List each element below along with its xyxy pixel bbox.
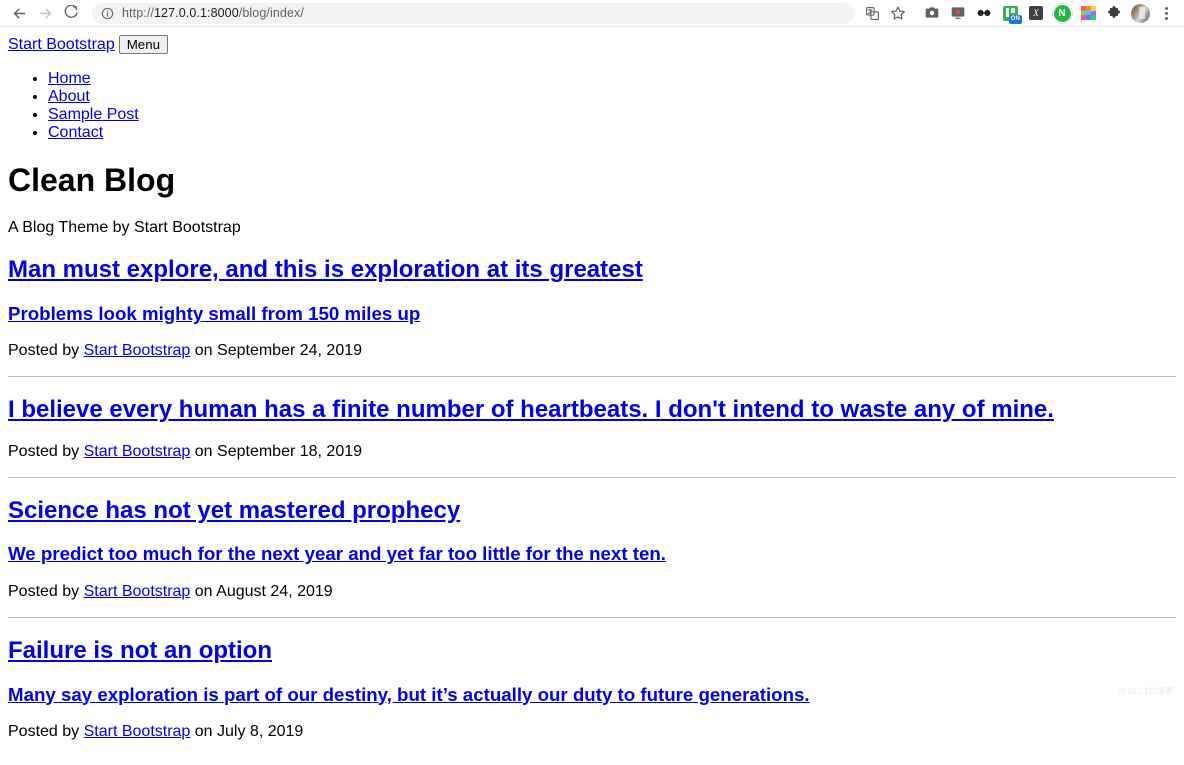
page-subtitle: A Blog Theme by Start Bootstrap [8,219,241,237]
post-meta: Posted by Start Bootstrap on July 8, 201… [8,723,1176,741]
toolbar-icons: ON X N [860,1,1178,25]
post-meta-prefix: Posted by [8,582,80,600]
url-path: /blog/index/ [238,6,304,20]
post-preview: Failure is not an option Many say explor… [8,637,1176,741]
translate-icon[interactable] [860,1,884,25]
glasses-extension-icon[interactable] [972,1,996,25]
post-meta: Posted by Start Bootstrap on September 1… [8,443,1176,461]
post-title: Science has not yet mastered prophecy [8,497,1176,525]
watermark: @51CTO博客 [1118,686,1174,696]
bookmark-star-icon[interactable] [886,1,910,25]
post-meta-prefix: Posted by [8,442,80,460]
profile-avatar-icon[interactable] [1128,1,1152,25]
forward-button[interactable] [32,0,58,26]
post-author-link[interactable]: Start Bootstrap [84,342,191,359]
url-host: 127.0.0.1:8000 [153,6,239,20]
post-author-link[interactable]: Start Bootstrap [84,443,191,460]
post-subtitle: Many say exploration is part of our dest… [8,684,1176,706]
extensions-puzzle-icon[interactable] [1102,1,1126,25]
post-author-link[interactable]: Start Bootstrap [84,723,191,740]
green-on-extension-icon[interactable]: ON [998,1,1022,25]
avatar [1130,3,1150,23]
excel-glyph: X [1029,6,1043,20]
nav-link-home[interactable]: Home [48,70,91,87]
nav-link-contact[interactable]: Contact [48,124,103,141]
nav-link-about[interactable]: About [48,88,90,105]
nav-item-contact: Contact [48,124,1176,142]
post-title-link[interactable]: I believe every human has a finite numbe… [8,396,1054,423]
post-title-link[interactable]: Failure is not an option [8,637,272,664]
post-title: Failure is not an option [8,637,1176,665]
url-text: http://127.0.0.1:8000/blog/index/ [122,6,304,20]
green-circle-glyph: N [1052,3,1072,23]
screenshot-camera-icon[interactable] [920,1,944,25]
post-title-link[interactable]: Man must explore, and this is exploratio… [8,256,643,283]
post-preview: Science has not yet mastered prophecy We… [8,497,1176,601]
post-divider [8,476,1176,478]
post-author-link[interactable]: Start Bootstrap [84,583,191,600]
masthead: Start Bootstrap Menu [8,35,1176,54]
post-meta-middle: on [194,442,213,460]
nav-item-home: Home [48,70,1176,88]
post-subtitle: We predict too much for the next year an… [8,543,1176,565]
post-subtitle-link[interactable]: We predict too much for the next year an… [8,543,666,564]
toolbar-divider [912,13,918,14]
post-title: I believe every human has a finite numbe… [8,396,1176,424]
main-nav-list: Home About Sample Post Contact [8,70,1176,142]
browser-toolbar: http://127.0.0.1:8000/blog/index/ ON X N [0,0,1184,27]
excel-extension-icon[interactable]: X [1024,1,1048,25]
post-subtitle-link[interactable]: Many say exploration is part of our dest… [8,684,810,705]
brand-link[interactable]: Start Bootstrap [8,36,115,53]
menu-button[interactable]: Menu [118,35,168,54]
post-preview: I believe every human has a finite numbe… [8,396,1176,461]
nav-item-sample-post: Sample Post [48,106,1176,124]
page-content: Start BootstrapMenu Home About Sample Po… [0,27,1184,765]
nav-item-about: About [48,88,1176,106]
post-meta-middle: on [194,582,213,600]
post-meta-middle: on [194,723,213,741]
on-badge: ON [1008,15,1022,24]
chrome-menu-kebab-icon[interactable] [1154,1,1178,25]
nav-link-sample-post[interactable]: Sample Post [48,106,139,123]
rainbow-grid-glyph [1080,6,1096,20]
post-date: September 24, 2019 [217,342,363,360]
post-meta-prefix: Posted by [8,723,80,741]
post-divider [8,616,1176,618]
post-meta: Posted by Start Bootstrap on September 2… [8,342,1176,360]
post-subtitle: Problems look mighty small from 150 mile… [8,303,1176,325]
post-title: Man must explore, and this is exploratio… [8,256,1176,284]
address-bar[interactable]: http://127.0.0.1:8000/blog/index/ [92,2,854,24]
post-meta: Posted by Start Bootstrap on August 24, … [8,583,1176,601]
post-date: August 24, 2019 [216,582,333,600]
page-title: Clean Blog [8,162,176,198]
site-info-icon[interactable] [101,7,114,20]
green-circle-extension-icon[interactable]: N [1050,1,1074,25]
post-subtitle-link[interactable]: Problems look mighty small from 150 mile… [8,303,420,324]
reload-button[interactable] [58,0,84,26]
screen-record-icon[interactable] [946,1,970,25]
post-date: September 18, 2019 [217,442,363,460]
post-title-link[interactable]: Science has not yet mastered prophecy [8,497,460,524]
back-button[interactable] [6,0,32,26]
post-divider [8,376,1176,378]
post-meta-middle: on [194,342,213,360]
post-meta-prefix: Posted by [8,342,80,360]
post-date: July 8, 2019 [217,723,304,741]
rainbow-grid-extension-icon[interactable] [1076,1,1100,25]
url-scheme: http:// [122,6,154,20]
post-preview: Man must explore, and this is exploratio… [8,256,1176,360]
